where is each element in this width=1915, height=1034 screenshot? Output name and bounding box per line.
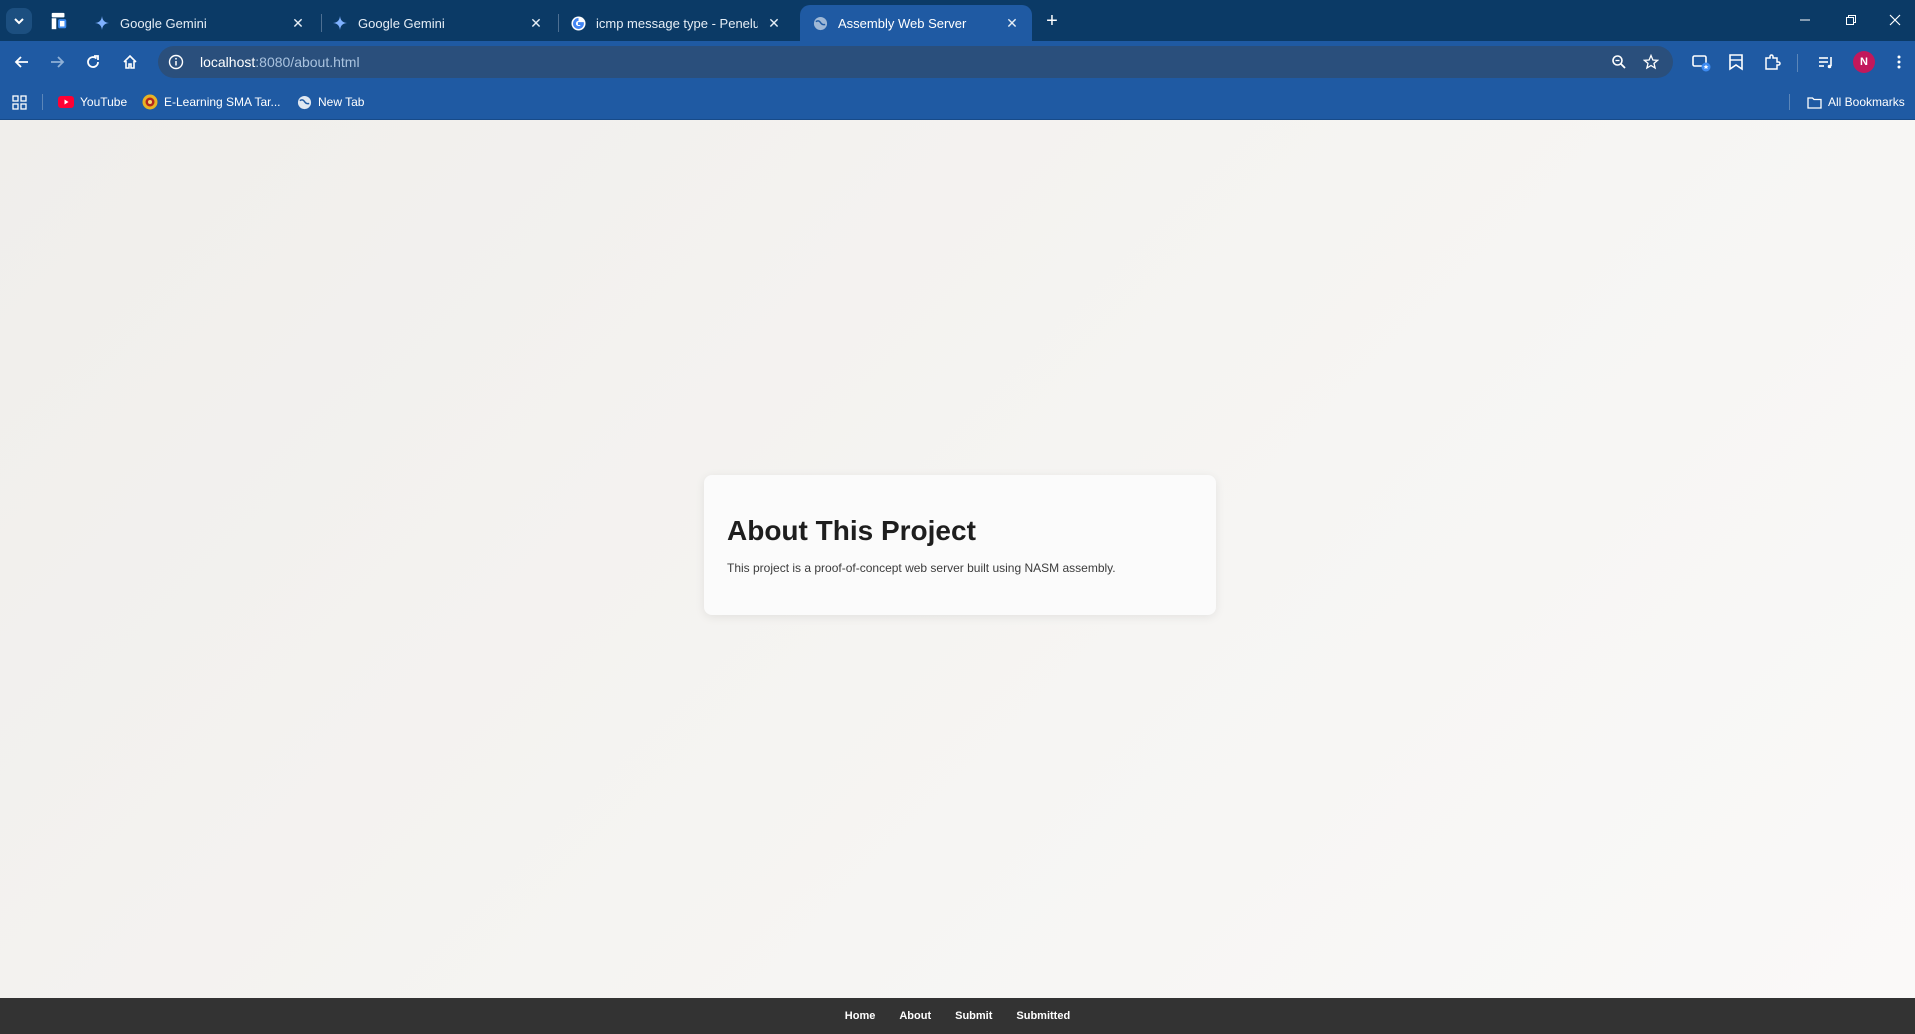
bookmark-new-tab[interactable]: New Tab [296, 91, 364, 113]
music-queue-icon [1819, 57, 1832, 69]
page-viewport: About This Project This project is a pro… [0, 120, 1915, 998]
nav-link-home[interactable]: Home [845, 1010, 876, 1022]
more-vertical-icon [1897, 55, 1901, 69]
globe-icon [296, 94, 312, 110]
bookmark-label: E-Learning SMA Tar... [164, 95, 281, 109]
close-icon[interactable]: ✕ [766, 15, 782, 31]
avatar-initial: N [1860, 56, 1868, 68]
tab-title: icmp message type - Penelusuran [596, 15, 758, 31]
footer-nav: Home About Submit Submitted [0, 998, 1915, 1034]
bookmarks-divider [42, 94, 43, 110]
bookmarks-bar: YouTube E-Learning SMA Tar... New Tab Al… [0, 83, 1915, 120]
puzzle-icon [1765, 54, 1781, 70]
close-icon [1889, 14, 1900, 26]
reload-icon [87, 55, 99, 68]
reading-mode-button[interactable] [1723, 49, 1749, 75]
bookmark-label: New Tab [318, 95, 365, 109]
star-icon[interactable] [1640, 51, 1662, 73]
gemini-icon [94, 15, 110, 31]
apps-button[interactable] [11, 91, 33, 113]
close-icon[interactable]: ✕ [290, 15, 306, 31]
tab-title: Google Gemini [358, 15, 445, 31]
media-control-button[interactable] [1813, 49, 1839, 75]
tab-title: Google Gemini [120, 15, 207, 31]
nav-link-about[interactable]: About [899, 1010, 931, 1022]
tab-icmp-search[interactable]: icmp message type - Penelusuran ✕ [558, 5, 794, 41]
app-shortcut-icon[interactable] [48, 10, 70, 32]
close-window-button[interactable] [1874, 0, 1915, 40]
google-icon [570, 15, 586, 31]
all-bookmarks-label: All Bookmarks [1828, 95, 1905, 109]
home-button[interactable] [117, 49, 143, 75]
tab-title: Assembly Web Server [838, 15, 967, 31]
youtube-icon [58, 94, 74, 110]
tab-search-button[interactable] [6, 8, 32, 34]
about-card: About This Project This project is a pro… [704, 475, 1216, 615]
restore-button[interactable] [1828, 0, 1874, 40]
all-bookmarks-button[interactable]: All Bookmarks [1806, 91, 1905, 113]
nav-link-submit[interactable]: Submit [955, 1010, 992, 1022]
bookmark-label: YouTube [80, 95, 128, 109]
apps-grid-icon [11, 94, 27, 110]
school-logo-icon [142, 94, 158, 110]
address-bar[interactable]: localhost:8080/about.html [158, 46, 1673, 78]
gemini-icon [332, 15, 348, 31]
reload-button[interactable] [80, 49, 106, 75]
bookmark-elearning[interactable]: E-Learning SMA Tar... [142, 91, 281, 113]
close-icon[interactable]: ✕ [1004, 15, 1020, 31]
zoom-icon[interactable] [1608, 51, 1630, 73]
new-tab-button[interactable]: + [1040, 9, 1064, 33]
menu-button[interactable] [1886, 49, 1912, 75]
info-icon[interactable] [166, 52, 186, 72]
arrow-left-icon [14, 56, 28, 68]
close-icon[interactable]: ✕ [528, 15, 544, 31]
tab-google-gemini-2[interactable]: Google Gemini ✕ [320, 5, 556, 41]
url-path: :8080/about.html [255, 54, 360, 70]
browser-toolbar: localhost:8080/about.html N [0, 41, 1915, 83]
minimize-button[interactable] [1782, 0, 1828, 40]
folder-icon [1806, 94, 1822, 110]
tab-manager-icon [1692, 55, 1711, 72]
bookmark-youtube[interactable]: YouTube [58, 91, 127, 113]
extensions-button[interactable] [1759, 49, 1785, 75]
bookmarks-divider [1789, 94, 1790, 110]
tab-google-gemini-1[interactable]: Google Gemini ✕ [82, 5, 318, 41]
plus-icon: + [1046, 9, 1058, 32]
page-title: About This Project [727, 515, 976, 546]
url-text[interactable]: localhost:8080/about.html [200, 54, 360, 70]
nav-link-submitted[interactable]: Submitted [1016, 1010, 1070, 1022]
restore-icon [1846, 15, 1856, 25]
globe-icon [812, 15, 828, 31]
profile-avatar[interactable]: N [1853, 51, 1875, 73]
home-icon [123, 54, 137, 69]
forward-button[interactable] [44, 49, 70, 75]
tab-assembly-web-server[interactable]: Assembly Web Server ✕ [800, 5, 1032, 41]
reading-mode-icon [1729, 54, 1743, 71]
arrow-right-icon [51, 56, 65, 68]
minimize-icon [1800, 19, 1810, 21]
url-host: localhost [200, 54, 256, 70]
project-description: This project is a proof-of-concept web s… [727, 561, 1116, 575]
toolbar-divider [1797, 54, 1798, 72]
back-button[interactable] [9, 49, 35, 75]
tab-strip: Google Gemini ✕ Google Gemini ✕ icmp mes… [0, 0, 1915, 41]
chevron-down-icon [14, 18, 24, 25]
tab-manager-button[interactable] [1688, 49, 1714, 75]
